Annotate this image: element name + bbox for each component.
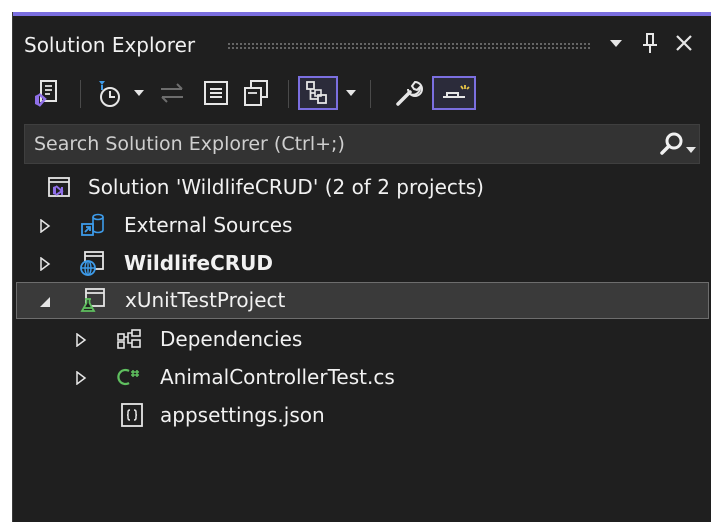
solution-icon — [48, 177, 70, 197]
collapse-arrow-icon[interactable] — [37, 294, 51, 308]
tree-item-label: AnimalControllerTest.cs — [160, 365, 395, 389]
web-project-icon — [80, 251, 104, 276]
switch-views-icon — [35, 80, 57, 107]
panel-title-bar[interactable]: Solution Explorer — [12, 16, 711, 74]
search-button[interactable] — [659, 131, 685, 157]
tree-item-external-sources[interactable]: External Sources — [12, 207, 711, 244]
search-input[interactable] — [25, 125, 634, 163]
sync-arrows-icon — [161, 83, 183, 103]
search-box[interactable] — [24, 124, 700, 164]
show-all-files-button[interactable] — [238, 76, 274, 110]
wrench-icon — [396, 80, 423, 106]
file-nesting-button[interactable] — [298, 76, 338, 110]
screenshot-frame: Solution Explorer Search Solution Explor… — [0, 0, 711, 522]
preview-icon — [443, 85, 470, 98]
window-position-dropdown-button[interactable] — [602, 28, 630, 58]
collapse-all-icon — [204, 81, 228, 105]
dependencies-icon — [117, 329, 141, 349]
panel-title: Solution Explorer — [24, 33, 196, 57]
chevron-down-icon — [134, 90, 144, 96]
close-panel-button[interactable] — [670, 28, 698, 58]
csharp-file-icon — [117, 368, 139, 386]
close-icon — [676, 35, 692, 51]
properties-button[interactable] — [390, 76, 426, 110]
preview-selected-items-button[interactable] — [432, 76, 476, 110]
tree-item-label: Dependencies — [160, 327, 303, 351]
sync-with-active-document-button[interactable] — [154, 76, 190, 110]
expand-arrow-icon[interactable] — [74, 371, 88, 385]
file-nesting-dropdown[interactable] — [340, 76, 362, 110]
chevron-down-icon — [610, 40, 622, 47]
tree-item-label: WildlifeCRUD — [124, 251, 273, 275]
tree-item-wildlifecrud[interactable]: WildlifeCRUD — [12, 245, 711, 282]
pin-button[interactable] — [636, 28, 664, 58]
expand-arrow-icon[interactable] — [38, 219, 52, 233]
test-project-icon — [80, 288, 105, 312]
external-sources-icon — [81, 213, 104, 236]
toolbar-separator — [288, 80, 289, 108]
tree-item-label: Solution 'WildlifeCRUD' (2 of 2 projects… — [88, 175, 484, 199]
tree-item-appsettings-json[interactable]: appsettings.json — [12, 397, 711, 434]
solution-explorer-panel: Solution Explorer Search Solution Explor… — [12, 12, 711, 522]
tree-hierarchy-icon — [306, 81, 327, 104]
pending-changes-clock-icon — [99, 81, 120, 107]
expand-arrow-icon[interactable] — [74, 333, 88, 347]
switch-views-button[interactable] — [26, 76, 66, 110]
toolbar-separator — [80, 80, 81, 108]
tree-item-dependencies[interactable]: Dependencies — [12, 321, 711, 358]
tree-item-label: External Sources — [124, 213, 293, 237]
toolbar-separator — [370, 80, 371, 108]
tree-item-xunittestproject[interactable]: xUnitTestProject — [16, 282, 709, 319]
search-options-dropdown[interactable] — [685, 140, 697, 159]
pending-changes-filter-button[interactable] — [90, 76, 126, 110]
expand-arrow-icon[interactable] — [38, 257, 52, 271]
pending-changes-dropdown[interactable] — [128, 76, 150, 110]
chevron-down-icon — [686, 147, 696, 153]
tree-item-label: appsettings.json — [160, 403, 325, 427]
panel-drag-grip[interactable] — [227, 42, 592, 49]
show-all-files-icon — [244, 80, 268, 106]
tree-item-solution[interactable]: Solution 'WildlifeCRUD' (2 of 2 projects… — [12, 169, 711, 206]
json-file-icon — [121, 403, 143, 427]
tree-item-animalcontrollertest-cs[interactable]: AnimalControllerTest.cs — [12, 359, 711, 396]
chevron-down-icon — [346, 90, 356, 96]
search-icon — [660, 132, 683, 155]
collapse-all-button[interactable] — [198, 76, 234, 110]
pin-icon — [643, 33, 657, 53]
solution-explorer-toolbar — [12, 68, 711, 120]
tree-item-label: xUnitTestProject — [125, 288, 286, 312]
